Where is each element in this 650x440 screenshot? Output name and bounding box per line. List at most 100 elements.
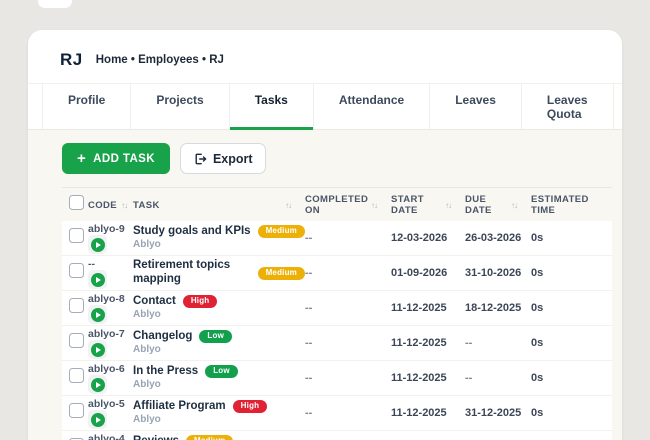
task-title-link[interactable]: Affiliate Program [133,400,226,414]
project-name: Ablyo [133,239,161,251]
breadcrumb-path[interactable]: Home • Employees • RJ [96,54,224,66]
completed-on-cell: -- [305,407,313,419]
task-cell: Retirement topics mapping Medium [133,259,305,287]
header-checkbox-cell [62,195,88,215]
due-date-cell: 31-10-2026 [465,267,522,279]
row-checkbox[interactable] [69,228,84,243]
task-cell: Changelog Low Ablyo [133,330,305,357]
column-header-completed-on[interactable]: COMPLETED ON ↑↓ [305,194,391,216]
task-title-link[interactable]: In the Press [133,365,198,379]
table-row: ablyo-6 In the Press Low Ablyo -- 11-12-… [62,361,612,396]
column-header-estimated-time[interactable]: ESTIMATED TIME [531,194,612,216]
row-checkbox-cell [62,228,88,248]
play-icon [90,237,105,252]
table-row: ablyo-7 Changelog Low Ablyo -- 11-12-202… [62,326,612,361]
sort-icon[interactable]: ↑↓ [285,201,292,210]
column-header-task[interactable]: TASK ↑↓ [133,200,305,211]
completed-on-cell: -- [305,337,313,349]
tab-leaves-quota[interactable]: Leaves Quota [521,84,614,129]
row-checkbox[interactable] [69,298,84,313]
task-code: ablyo-7 [88,327,125,340]
start-date-cell: 01-09-2026 [391,267,448,279]
sort-icon[interactable]: ↑↓ [121,201,128,210]
tab-attendance[interactable]: Attendance [313,84,431,129]
due-date-cell: -- [465,372,473,384]
tasks-table: CODE ↑↓ TASK ↑↓ COMPLETED ON ↑↓ START DA… [62,187,612,440]
project-name: Ablyo [133,309,161,321]
add-task-label: ADD TASK [93,152,155,165]
start-date-cell: 12-03-2026 [391,232,448,244]
completed-on-cell: -- [305,372,313,384]
due-date-cell: -- [465,337,473,349]
task-title-link[interactable]: Reviews [133,435,179,440]
table-header-row: CODE ↑↓ TASK ↑↓ COMPLETED ON ↑↓ START DA… [62,187,612,221]
start-date-cell: 11-12-2025 [391,372,447,384]
plus-icon: + [77,150,87,167]
priority-badge: Low [205,364,238,378]
completed-on-cell: -- [305,232,313,244]
code-cell: ablyo-6 [88,362,133,395]
task-title-link[interactable]: Changelog [133,330,192,344]
code-cell: ablyo-4 [88,432,133,440]
task-cell: Study goals and KPIs Medium Ablyo [133,225,305,252]
priority-badge: High [232,399,268,413]
export-button[interactable]: Export [179,143,266,174]
code-cell: -- [88,257,133,290]
row-checkbox[interactable] [69,333,84,348]
code-cell: ablyo-8 [88,292,133,325]
priority-badge: Medium [186,434,234,440]
priority-badge: High [182,294,218,308]
play-icon [90,377,105,392]
tab-tasks[interactable]: Tasks [229,84,314,130]
task-title-link[interactable]: Study goals and KPIs [133,225,251,239]
sort-icon[interactable]: ↑↓ [445,201,452,210]
row-checkbox-cell [62,333,88,353]
code-cell: ablyo-5 [88,397,133,430]
row-checkbox[interactable] [69,368,84,383]
task-code: ablyo-9 [88,222,125,235]
estimated-time-cell: 0s [531,407,544,419]
task-code: ablyo-6 [88,362,125,375]
play-icon [90,342,105,357]
task-code: ablyo-4 [88,432,125,440]
due-date-cell: 26-03-2026 [465,232,522,244]
task-cell: Contact High Ablyo [133,295,305,322]
project-name: Ablyo [133,379,161,391]
priority-badge: Medium [257,224,305,238]
table-row: ablyo-9 Study goals and KPIs Medium Ably… [62,221,612,256]
tab-bar: Profile Projects Tasks Attendance Leaves Leav… [28,83,622,130]
row-checkbox[interactable] [69,263,84,278]
task-cell: Reviews Medium Ablyo [133,435,305,440]
start-timer-button[interactable] [88,270,107,290]
toolbar: + ADD TASK Export [62,143,612,174]
start-timer-button[interactable] [88,410,107,430]
tab-projects[interactable]: Projects [131,84,230,129]
task-title-link[interactable]: Contact [133,295,176,309]
estimated-time-cell: 0s [531,337,544,349]
employee-detail-card: RJ Home • Employees • RJ Profile Projects… [28,30,622,440]
tab-timesheet[interactable]: Timesheet [613,84,622,129]
employee-initials-logo: RJ [60,50,83,69]
tab-profile[interactable]: Profile [42,84,132,129]
project-name: Ablyo [133,414,161,426]
sort-icon[interactable]: ↑↓ [511,201,518,210]
start-date-cell: 11-12-2025 [391,302,447,314]
tab-leaves[interactable]: Leaves [430,84,522,129]
column-header-start-date[interactable]: START DATE ↑↓ [391,194,465,216]
select-all-checkbox[interactable] [69,195,84,210]
start-timer-button[interactable] [88,235,107,255]
priority-badge: Medium [257,266,305,280]
column-header-code[interactable]: CODE ↑↓ [88,200,133,211]
play-icon [90,272,105,287]
completed-on-cell: -- [305,267,313,279]
start-timer-button[interactable] [88,375,107,395]
sort-icon[interactable]: ↑↓ [371,201,378,210]
task-title-link[interactable]: Retirement topics mapping [133,259,251,287]
table-row: ablyo-5 Affiliate Program High Ablyo -- … [62,396,612,431]
column-header-due-date[interactable]: DUE DATE ↑↓ [465,194,531,216]
table-row: ablyo-4 Reviews Medium Ablyo -- 11-12-20… [62,431,612,440]
start-timer-button[interactable] [88,305,107,325]
add-task-button[interactable]: + ADD TASK [62,143,170,174]
start-timer-button[interactable] [88,340,107,360]
row-checkbox[interactable] [69,403,84,418]
